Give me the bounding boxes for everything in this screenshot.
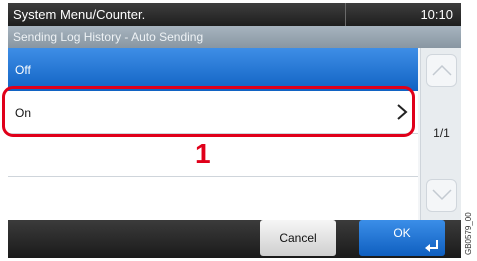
scroll-up-button[interactable] [426, 54, 457, 87]
ok-label: OK [393, 226, 411, 240]
breadcrumb: Sending Log History - Auto Sending [8, 26, 461, 48]
highlight-box [2, 86, 415, 137]
cancel-label: Cancel [279, 231, 317, 245]
action-bar: Cancel OK [8, 220, 461, 258]
screen-title: System Menu/Counter. [13, 7, 146, 22]
scroll-down-button[interactable] [426, 179, 457, 212]
title-divider [345, 3, 346, 26]
clock: 10:10 [420, 7, 453, 22]
chevron-down-icon [432, 189, 452, 201]
option-empty-row [8, 134, 418, 177]
chevron-up-icon [432, 64, 452, 76]
option-empty-row [8, 177, 418, 220]
figure-id: GB0579_00 [464, 212, 473, 255]
title-bar: System Menu/Counter. 10:10 [8, 3, 461, 26]
breadcrumb-label: Sending Log History - Auto Sending [13, 30, 204, 44]
ok-button[interactable]: OK [359, 220, 445, 256]
option-off[interactable]: Off [8, 48, 418, 91]
cancel-button[interactable]: Cancel [260, 220, 336, 256]
enter-icon [425, 240, 438, 252]
scrollbar: 1/1 [420, 48, 461, 220]
step-number: 1 [195, 138, 211, 169]
page-indicator: 1/1 [433, 126, 450, 140]
option-off-label: Off [15, 63, 31, 77]
